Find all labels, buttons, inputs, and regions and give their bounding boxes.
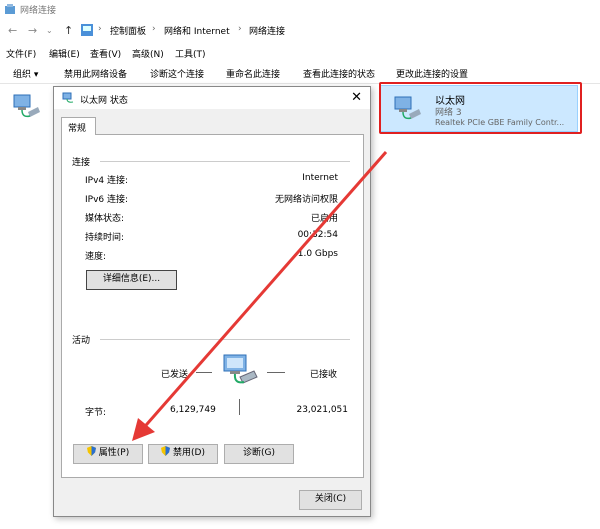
- received-label: 已接收: [310, 370, 338, 380]
- forward-icon[interactable]: →: [28, 24, 37, 37]
- close-icon[interactable]: ✕: [351, 90, 362, 105]
- disable-device-button[interactable]: 禁用此网络设备: [64, 67, 127, 80]
- activity-header: 活动: [72, 336, 91, 346]
- up-icon[interactable]: ↑: [64, 24, 73, 37]
- menu-edit[interactable]: 编辑(E): [49, 47, 80, 60]
- chevron-down-icon[interactable]: ⌄: [46, 26, 53, 35]
- shield-icon: [161, 446, 171, 456]
- divider: [100, 339, 350, 340]
- sent-label: 已发送: [161, 370, 189, 380]
- window-titlebar: 网络连接: [0, 0, 600, 18]
- duration-label: 持续时间:: [85, 233, 125, 243]
- diagnose-button[interactable]: 诊断(G): [224, 444, 294, 464]
- highlight-box: [379, 82, 582, 134]
- disable-button[interactable]: 禁用(D): [148, 444, 218, 464]
- back-icon[interactable]: ←: [8, 24, 17, 37]
- change-settings-button[interactable]: 更改此连接的设置: [396, 67, 468, 80]
- divider: [100, 161, 350, 162]
- connection-header: 连接: [72, 158, 91, 168]
- window-title: 网络连接: [20, 6, 57, 16]
- breadcrumb-separator: ›: [152, 24, 156, 34]
- dialog-title: 以太网 状态: [80, 96, 128, 106]
- dialog-titlebar: 以太网 状态 ✕: [54, 87, 370, 109]
- menu-tools[interactable]: 工具(T): [175, 47, 206, 60]
- bytes-received-value: 23,021,051: [296, 405, 348, 415]
- ipv6-label: IPv6 连接:: [85, 195, 129, 205]
- tab-general-label: 常规: [68, 124, 87, 134]
- close-button[interactable]: 关闭(C): [299, 490, 362, 510]
- disable-button-label: 禁用(D): [173, 448, 205, 458]
- bytes-label: 字节:: [85, 408, 107, 418]
- network-folder-icon: [5, 4, 15, 14]
- organize-button[interactable]: 组织 ▾: [13, 67, 38, 80]
- breadcrumb-network-connections[interactable]: 网络连接: [249, 24, 285, 37]
- divider: [267, 372, 285, 373]
- ipv4-label: IPv4 连接:: [85, 176, 129, 186]
- network-activity-icon: [223, 354, 258, 384]
- breadcrumb-network-internet[interactable]: 网络和 Internet: [164, 24, 230, 37]
- menu-bar: 文件(F) 编辑(E) 查看(V) 高级(N) 工具(T): [0, 44, 600, 62]
- general-panel: 连接 IPv4 连接: Internet IPv6 连接: 无网络访问权限 媒体…: [61, 134, 364, 478]
- speed-value: 1.0 Gbps: [297, 249, 338, 259]
- media-state-label: 媒体状态:: [85, 214, 125, 224]
- menu-view[interactable]: 查看(V): [90, 47, 121, 60]
- ethernet-adapter-icon: [62, 92, 74, 103]
- ethernet-status-dialog: 以太网 状态 ✕ 常规 连接 IPv4 连接: Internet IPv6 连接…: [53, 86, 371, 517]
- control-panel-icon: [81, 24, 93, 36]
- ipv6-value: 无网络访问权限: [274, 195, 338, 205]
- properties-button[interactable]: 属性(P): [73, 444, 143, 464]
- details-button[interactable]: 详细信息(E)...: [86, 270, 177, 290]
- media-state-value: 已启用: [310, 214, 338, 224]
- address-bar: ← → ⌄ ↑ › 控制面板 › 网络和 Internet › 网络连接: [0, 18, 600, 44]
- divider: [239, 399, 240, 415]
- command-bar: 组织 ▾ 禁用此网络设备 诊断这个连接 重命名此连接 查看此连接的状态 更改此连…: [0, 62, 600, 84]
- menu-advanced[interactable]: 高级(N): [132, 47, 164, 60]
- ipv4-value: Internet: [302, 173, 338, 183]
- breadcrumb-control-panel[interactable]: 控制面板: [110, 24, 146, 37]
- duration-value: 00:32:54: [297, 230, 338, 240]
- shield-icon: [86, 446, 96, 456]
- view-status-button[interactable]: 查看此连接的状态: [303, 67, 375, 80]
- divider: [196, 372, 212, 373]
- diagnose-connection-button[interactable]: 诊断这个连接: [150, 67, 204, 80]
- speed-label: 速度:: [85, 252, 107, 262]
- properties-button-label: 属性(P): [98, 448, 130, 458]
- ethernet-adapter-icon: [13, 94, 40, 118]
- breadcrumb-separator: ›: [98, 24, 102, 34]
- breadcrumb-separator: ›: [238, 24, 242, 34]
- menu-file[interactable]: 文件(F): [6, 47, 36, 60]
- tab-general[interactable]: 常规: [61, 117, 96, 135]
- bytes-sent-value: 6,129,749: [170, 405, 216, 415]
- rename-connection-button[interactable]: 重命名此连接: [226, 67, 280, 80]
